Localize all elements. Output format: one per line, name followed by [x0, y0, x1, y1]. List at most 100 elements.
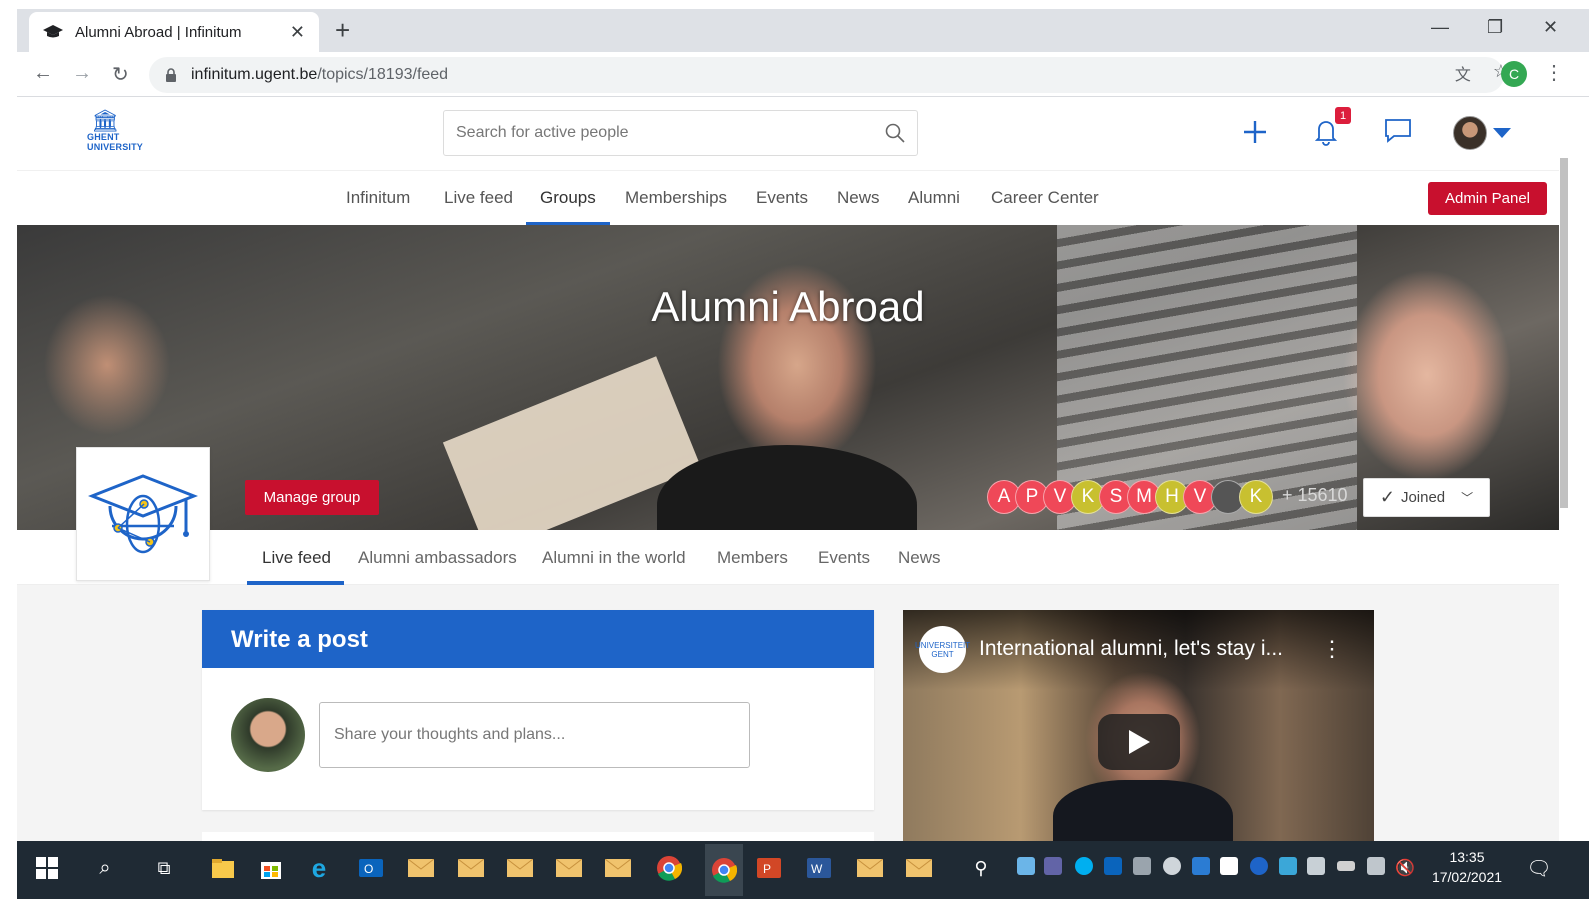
- channel-logo[interactable]: UNIVERSITEIT GENT: [915, 626, 970, 673]
- people-search: [443, 110, 918, 156]
- user-avatar[interactable]: [1453, 116, 1487, 150]
- search-icon[interactable]: [885, 123, 905, 143]
- reload-icon[interactable]: ↻: [112, 62, 129, 87]
- mail-icon[interactable]: [457, 854, 485, 882]
- window-close-icon[interactable]: ✕: [1543, 17, 1558, 38]
- group-logo: [76, 447, 210, 581]
- video-title[interactable]: International alumni, let's stay i...: [979, 637, 1309, 661]
- write-post-card: Write a post Share your thoughts and pla…: [202, 610, 874, 810]
- tab-events[interactable]: Events: [818, 548, 870, 568]
- mail-icon[interactable]: [604, 854, 632, 882]
- checkmark-icon: ✓: [1379, 487, 1395, 507]
- word-icon[interactable]: W: [805, 854, 833, 882]
- outlook-icon[interactable]: O: [357, 854, 385, 882]
- member-avatar[interactable]: K: [1239, 480, 1273, 514]
- tab-close-icon[interactable]: ✕: [290, 22, 305, 43]
- internet-explorer-icon[interactable]: e: [305, 853, 333, 883]
- play-button[interactable]: [1098, 714, 1180, 770]
- joined-label: Joined: [1400, 489, 1446, 506]
- powerpoint-icon[interactable]: P: [755, 854, 783, 882]
- nav-events[interactable]: Events: [756, 188, 808, 208]
- nav-career-center[interactable]: Career Center: [991, 188, 1099, 208]
- lock-icon: [166, 68, 176, 82]
- manage-group-button[interactable]: Manage group: [245, 480, 379, 515]
- logo-text-line2: UNIVERSITY: [87, 142, 144, 152]
- search-icon[interactable]: ⌕: [91, 854, 119, 882]
- teams-icon[interactable]: [1044, 857, 1062, 875]
- forward-arrow-icon[interactable]: →: [72, 62, 92, 85]
- tab-alumni-ambassadors[interactable]: Alumni ambassadors: [358, 548, 517, 568]
- nav-infinitum[interactable]: Infinitum: [346, 188, 410, 208]
- mail-icon[interactable]: [506, 854, 534, 882]
- chrome-icon[interactable]: [655, 854, 683, 882]
- scrollbar-thumb[interactable]: [1560, 158, 1568, 508]
- ghent-university-logo[interactable]: 🏛 GHENT UNIVERSITY: [87, 110, 147, 160]
- sync-icon[interactable]: [1163, 857, 1181, 875]
- post-input[interactable]: Share your thoughts and plans...: [319, 702, 750, 768]
- tab-news[interactable]: News: [898, 548, 941, 568]
- group-title: Alumni Abroad: [651, 283, 925, 330]
- play-icon: [1129, 730, 1150, 754]
- tab-alumni-in-the-world[interactable]: Alumni in the world: [542, 548, 686, 568]
- nav-live-feed[interactable]: Live feed: [444, 188, 513, 208]
- task-view-icon[interactable]: ⧉: [150, 854, 178, 882]
- member-avatars[interactable]: APVKSMHVK: [987, 480, 1273, 514]
- nav-alumni[interactable]: Alumni: [908, 188, 960, 208]
- network-icon[interactable]: [1367, 857, 1385, 875]
- nav-news[interactable]: News: [837, 188, 880, 208]
- display-icon[interactable]: [1307, 857, 1325, 875]
- onedrive-icon[interactable]: [1133, 857, 1151, 875]
- mail-icon[interactable]: [905, 854, 933, 882]
- tab-members[interactable]: Members: [717, 548, 788, 568]
- minimize-icon[interactable]: —: [1431, 17, 1449, 38]
- outlook-tray-icon[interactable]: [1104, 857, 1122, 875]
- new-tab-button[interactable]: +: [335, 17, 350, 43]
- translate-icon[interactable]: 文: [1455, 61, 1471, 85]
- joined-button[interactable]: ✓ Joined ﹀: [1363, 478, 1490, 517]
- tray-app-icon[interactable]: [1017, 857, 1035, 875]
- group-hero-banner: Alumni Abroad Manage group APVKSMHVK + 1…: [17, 225, 1559, 530]
- tab-title: Alumni Abroad | Infinitum: [75, 23, 242, 41]
- youtube-video-embed[interactable]: UNIVERSITEIT GENT International alumni, …: [903, 610, 1374, 850]
- plus-icon[interactable]: [1243, 118, 1267, 146]
- shield-icon[interactable]: [1220, 857, 1238, 875]
- page-scrollbar[interactable]: [1559, 98, 1589, 841]
- browser-tab[interactable]: Alumni Abroad | Infinitum ✕: [29, 12, 319, 52]
- store-icon[interactable]: [257, 854, 285, 882]
- channel-logo-text: UNIVERSITEIT GENT: [915, 640, 971, 659]
- tray-w-icon[interactable]: [1192, 857, 1210, 875]
- bluetooth-icon[interactable]: [1250, 857, 1268, 875]
- chrome-icon-active[interactable]: [705, 844, 743, 896]
- tab-live-feed[interactable]: Live feed: [262, 548, 331, 568]
- browser-profile-avatar[interactable]: C: [1501, 61, 1527, 87]
- windows-start-icon[interactable]: [33, 854, 61, 882]
- clock[interactable]: 13:35 17/02/2021: [1427, 847, 1507, 887]
- clock-date: 17/02/2021: [1431, 869, 1503, 885]
- member-count: + 15610: [1282, 485, 1348, 505]
- mail-icon[interactable]: [555, 854, 583, 882]
- mail-icon[interactable]: [407, 854, 435, 882]
- address-bar[interactable]: infinitum.ugent.be /topics/18193/feed: [149, 57, 1504, 93]
- browser-menu-icon[interactable]: ⋮: [1544, 60, 1564, 85]
- caret-down-icon[interactable]: [1493, 128, 1511, 138]
- restore-icon[interactable]: ❐: [1487, 17, 1503, 38]
- nav-memberships[interactable]: Memberships: [625, 188, 727, 208]
- back-arrow-icon[interactable]: ←: [33, 62, 53, 85]
- file-explorer-icon[interactable]: [209, 854, 237, 882]
- admin-panel-button[interactable]: Admin Panel: [1428, 182, 1547, 215]
- more-options-icon[interactable]: ⋮: [1321, 636, 1343, 662]
- mail-icon[interactable]: [856, 854, 884, 882]
- globe-graduation-cap-icon: [88, 474, 198, 554]
- windows-taskbar: ⌕ ⧉ e O P W ⚲ 🔇 13:35 17/02/2021 🗨: [17, 841, 1589, 899]
- skype-icon[interactable]: [1075, 857, 1093, 875]
- nav-groups[interactable]: Groups: [540, 188, 596, 208]
- bell-icon[interactable]: [1315, 118, 1337, 146]
- people-icon[interactable]: ⚲: [967, 854, 995, 882]
- search-input[interactable]: [456, 124, 885, 142]
- volume-muted-icon[interactable]: 🔇: [1391, 854, 1419, 882]
- tray-app2-icon[interactable]: [1279, 857, 1297, 875]
- action-center-icon[interactable]: 🗨: [1525, 854, 1553, 882]
- battery-icon[interactable]: [1337, 861, 1355, 871]
- url-host: infinitum.ugent.be: [191, 66, 318, 83]
- chat-icon[interactable]: [1384, 118, 1412, 144]
